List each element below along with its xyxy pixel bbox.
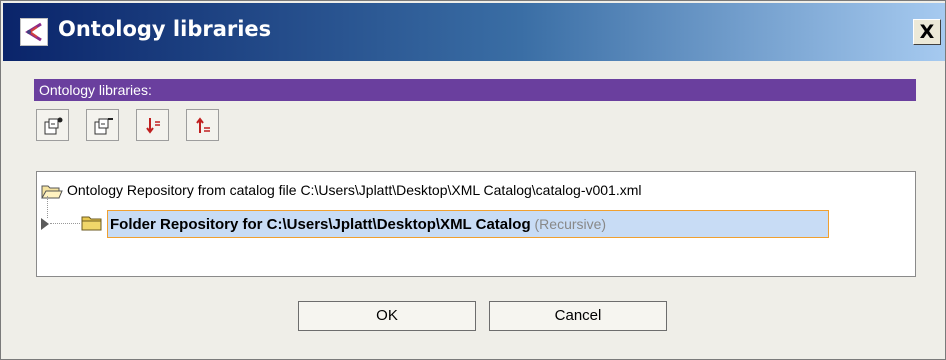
remove-library-button[interactable] xyxy=(86,109,119,141)
title-bar[interactable]: Ontology libraries X xyxy=(3,3,945,61)
move-up-button[interactable] xyxy=(186,109,219,141)
close-button[interactable]: X xyxy=(913,19,941,45)
library-tree[interactable]: Ontology Repository from catalog file C:… xyxy=(36,171,916,277)
window-title: Ontology libraries xyxy=(58,17,272,41)
panel-header: Ontology libraries: xyxy=(34,79,916,101)
tree-connector xyxy=(50,223,80,224)
move-up-icon xyxy=(196,117,210,133)
expand-arrow-icon[interactable] xyxy=(41,218,49,230)
tree-connector xyxy=(47,196,48,218)
ontology-libraries-panel: Ontology libraries: Ontology Repository … xyxy=(34,79,916,279)
recursive-tag: (Recursive) xyxy=(534,216,607,232)
cancel-button[interactable]: Cancel xyxy=(489,301,667,331)
add-library-icon xyxy=(44,117,63,135)
open-folder-icon xyxy=(41,185,63,199)
selected-tree-item[interactable]: Folder Repository for C:\Users\Jplatt\De… xyxy=(107,210,829,238)
tree-item-label: Ontology Repository from catalog file C:… xyxy=(67,182,642,198)
move-down-icon xyxy=(146,118,160,134)
folder-icon xyxy=(81,216,102,231)
folder-repository-label: Folder Repository for C:\Users\Jplatt\De… xyxy=(110,216,531,233)
tree-item-folder-repository[interactable]: Folder Repository for C:\Users\Jplatt\De… xyxy=(37,196,915,238)
remove-library-icon xyxy=(94,118,113,135)
ok-button[interactable]: OK xyxy=(298,301,476,331)
move-down-button[interactable] xyxy=(136,109,169,141)
protege-app-icon xyxy=(20,18,48,46)
ontology-libraries-dialog: Ontology libraries X Ontology libraries: xyxy=(0,0,946,360)
add-library-button[interactable] xyxy=(36,109,69,141)
